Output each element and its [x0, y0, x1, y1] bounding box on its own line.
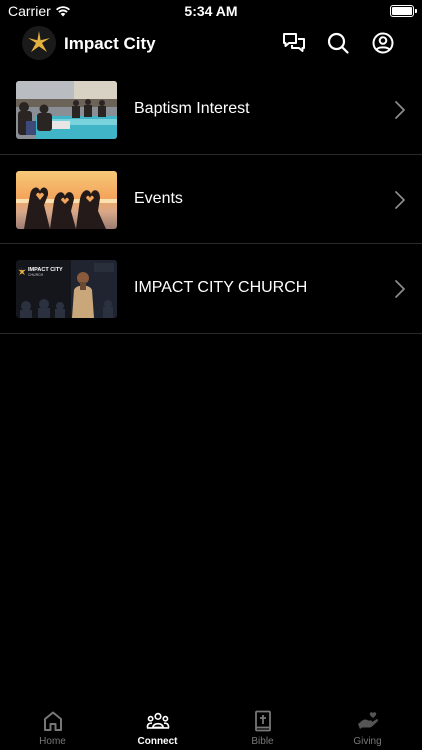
status-bar: Carrier 5:34 AM [0, 0, 422, 22]
app-title: Impact City [64, 34, 156, 53]
sparkle-logo-icon [22, 26, 56, 60]
item-label: Events [134, 189, 183, 207]
chevron-right-icon [395, 101, 405, 119]
thumb-overlay-sub: CHURCH [28, 273, 44, 277]
tab-label: Home [39, 736, 66, 747]
chevron-right-icon [395, 190, 405, 209]
tab-connect[interactable]: Connect [105, 702, 210, 750]
list-item-impact-city-church[interactable]: IMPACT CITY CHURCH IMPACT CITY CHURCH [0, 244, 422, 334]
account-icon[interactable] [370, 30, 396, 56]
battery-icon [390, 5, 417, 17]
home-icon [43, 711, 62, 731]
tab-bar: Home Connect Bible Giving [0, 702, 422, 750]
events-thumbnail [16, 170, 117, 229]
baptism-thumbnail [16, 81, 117, 139]
tab-label: Giving [353, 736, 382, 747]
chat-icon[interactable] [281, 30, 307, 56]
tab-label: Connect [137, 736, 178, 747]
people-icon [146, 712, 169, 729]
item-label: Baptism Interest [134, 100, 250, 117]
bible-icon [254, 710, 271, 732]
list-item-baptism-interest[interactable]: Baptism Interest [0, 65, 422, 155]
tab-bible[interactable]: Bible [210, 702, 315, 750]
content-list: Baptism Interest Events IMPACT CITY CHUR… [0, 65, 422, 334]
tab-label: Bible [251, 736, 274, 747]
church-thumbnail: IMPACT CITY CHURCH [16, 260, 117, 318]
tab-home[interactable]: Home [0, 702, 105, 750]
tab-giving[interactable]: Giving [315, 702, 420, 750]
item-label: IMPACT CITY CHURCH [134, 279, 308, 296]
giving-hand-icon [357, 712, 378, 729]
status-time: 5:34 AM [184, 3, 238, 19]
chevron-right-icon [395, 280, 405, 298]
search-icon[interactable] [325, 30, 351, 56]
list-item-events[interactable]: Events [0, 155, 422, 244]
app-header: Impact City [0, 24, 422, 64]
